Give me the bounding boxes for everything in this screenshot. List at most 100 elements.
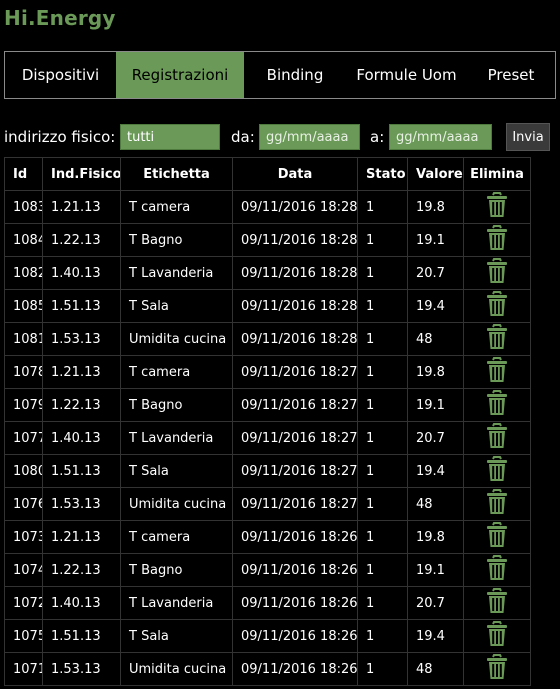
cell-address: 1.51.13 [42, 619, 121, 653]
trash-icon[interactable] [484, 225, 510, 255]
tab-registrazioni[interactable]: Registrazioni [116, 52, 244, 98]
from-date-input[interactable] [259, 124, 360, 150]
cell-delete [463, 421, 531, 455]
cell-status: 1 [357, 223, 408, 257]
cell-status: 1 [357, 454, 408, 488]
cell-label: T Bagno [120, 388, 233, 422]
trash-icon[interactable] [484, 621, 510, 651]
table-row: 10791.22.13T Bagno09/11/2016 18:27119.1 [4, 388, 531, 422]
cell-value: 19.4 [407, 454, 464, 488]
header-id: Id [4, 157, 43, 191]
cell-status: 1 [357, 586, 408, 620]
cell-address: 1.53.13 [42, 652, 121, 686]
trash-icon[interactable] [484, 423, 510, 453]
cell-delete [463, 619, 531, 653]
cell-delete [463, 190, 531, 224]
cell-delete [463, 388, 531, 422]
submit-button[interactable]: Invia [506, 123, 550, 151]
table-row: 10851.51.13T Sala09/11/2016 18:28119.4 [4, 289, 531, 323]
table-row: 10811.53.13Umidita cucina09/11/2016 18:2… [4, 322, 531, 356]
cell-date: 09/11/2016 18:27 [232, 421, 358, 455]
cell-value: 48 [407, 487, 464, 521]
cell-label: Umidita cucina [120, 322, 233, 356]
cell-label: Umidita cucina [120, 487, 233, 521]
cell-address: 1.22.13 [42, 223, 121, 257]
tab-formule-uom[interactable]: Formule Uom [346, 52, 467, 98]
cell-value: 20.7 [407, 421, 464, 455]
cell-address: 1.21.13 [42, 190, 121, 224]
trash-icon[interactable] [484, 522, 510, 552]
trash-icon[interactable] [484, 258, 510, 288]
trash-icon[interactable] [484, 357, 510, 387]
trash-icon[interactable] [484, 192, 510, 222]
cell-date: 09/11/2016 18:28 [232, 190, 358, 224]
cell-value: 20.7 [407, 256, 464, 290]
cell-id: 1080 [4, 454, 43, 488]
cell-date: 09/11/2016 18:26 [232, 652, 358, 686]
cell-value: 19.1 [407, 223, 464, 257]
to-date-input[interactable] [389, 124, 492, 150]
trash-icon[interactable] [484, 588, 510, 618]
cell-id: 1084 [4, 223, 43, 257]
table-row: 10761.53.13Umidita cucina09/11/2016 18:2… [4, 487, 531, 521]
cell-id: 1071 [4, 652, 43, 686]
header-status: Stato [357, 157, 408, 191]
table-row: 10711.53.13Umidita cucina09/11/2016 18:2… [4, 652, 531, 686]
cell-label: T camera [120, 520, 233, 554]
cell-id: 1083 [4, 190, 43, 224]
trash-icon[interactable] [484, 390, 510, 420]
trash-icon[interactable] [484, 324, 510, 354]
cell-label: T Lavanderia [120, 256, 233, 290]
cell-value: 19.8 [407, 355, 464, 389]
cell-delete [463, 454, 531, 488]
cell-label: Umidita cucina [120, 652, 233, 686]
trash-icon[interactable] [484, 489, 510, 519]
cell-value: 19.4 [407, 289, 464, 323]
trash-icon[interactable] [484, 654, 510, 684]
trash-icon[interactable] [484, 291, 510, 321]
cell-status: 1 [357, 289, 408, 323]
cell-date: 09/11/2016 18:28 [232, 256, 358, 290]
cell-date: 09/11/2016 18:26 [232, 520, 358, 554]
cell-date: 09/11/2016 18:28 [232, 289, 358, 323]
cell-value: 19.8 [407, 520, 464, 554]
cell-id: 1077 [4, 421, 43, 455]
cell-delete [463, 355, 531, 389]
table-row: 10831.21.13T camera09/11/2016 18:28119.8 [4, 190, 531, 224]
cell-id: 1073 [4, 520, 43, 554]
cell-id: 1085 [4, 289, 43, 323]
cell-address: 1.51.13 [42, 289, 121, 323]
cell-id: 1081 [4, 322, 43, 356]
trash-icon[interactable] [484, 456, 510, 486]
cell-date: 09/11/2016 18:28 [232, 322, 358, 356]
cell-id: 1082 [4, 256, 43, 290]
tab-binding[interactable]: Binding [244, 52, 346, 98]
header-label: Etichetta [120, 157, 233, 191]
cell-status: 1 [357, 256, 408, 290]
cell-delete [463, 652, 531, 686]
cell-status: 1 [357, 553, 408, 587]
tab-dispositivi[interactable]: Dispositivi [5, 52, 116, 98]
cell-delete [463, 487, 531, 521]
cell-delete [463, 289, 531, 323]
cell-address: 1.22.13 [42, 388, 121, 422]
cell-value: 19.4 [407, 619, 464, 653]
table-row: 10741.22.13T Bagno09/11/2016 18:26119.1 [4, 553, 531, 587]
cell-date: 09/11/2016 18:27 [232, 388, 358, 422]
table-row: 10801.51.13T Sala09/11/2016 18:27119.4 [4, 454, 531, 488]
tab-preset[interactable]: Preset [467, 52, 555, 98]
cell-id: 1079 [4, 388, 43, 422]
cell-address: 1.53.13 [42, 487, 121, 521]
cell-id: 1076 [4, 487, 43, 521]
cell-delete [463, 586, 531, 620]
cell-address: 1.21.13 [42, 520, 121, 554]
cell-value: 19.8 [407, 190, 464, 224]
table-row: 10771.40.13T Lavanderia09/11/2016 18:271… [4, 421, 531, 455]
trash-icon[interactable] [484, 555, 510, 585]
cell-label: T Sala [120, 454, 233, 488]
cell-value: 20.7 [407, 586, 464, 620]
cell-id: 1078 [4, 355, 43, 389]
address-input[interactable] [120, 124, 220, 150]
cell-status: 1 [357, 355, 408, 389]
cell-address: 1.21.13 [42, 355, 121, 389]
